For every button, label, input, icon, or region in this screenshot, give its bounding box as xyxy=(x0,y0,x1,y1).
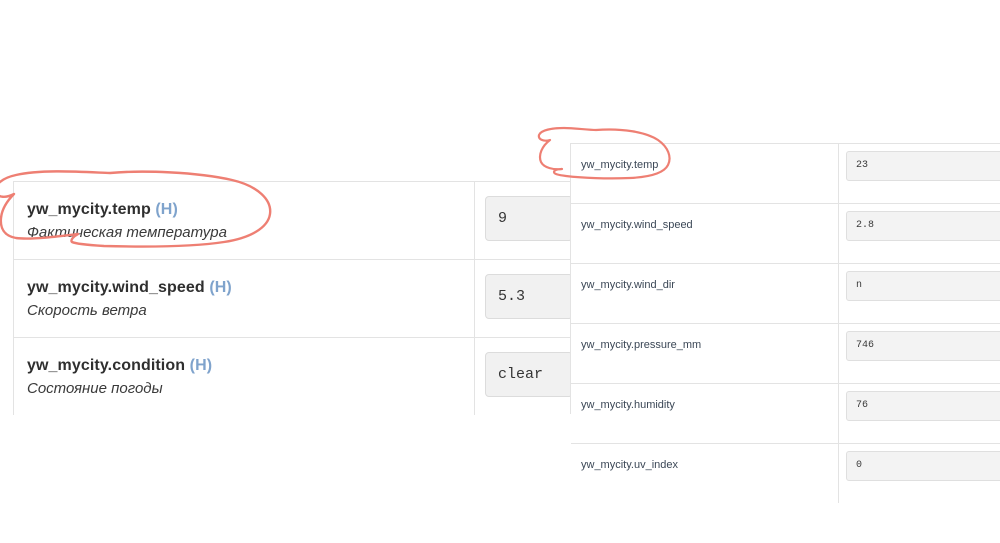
right-key-name: yw_mycity.temp xyxy=(581,159,659,171)
right-key-name: yw_mycity.wind_dir xyxy=(581,279,675,291)
left-key-tag: (H) xyxy=(189,356,213,374)
left-key-line: yw_mycity.wind_speed (H) xyxy=(27,278,474,298)
table-row[interactable]: yw_mycity.wind_speed 2.8 xyxy=(571,203,1000,264)
right-value-input[interactable]: 746 xyxy=(846,331,1000,361)
left-key-name: yw_mycity.condition xyxy=(27,356,186,374)
left-key-description: Фактическая температура xyxy=(27,224,227,241)
left-value-input[interactable]: 9 xyxy=(485,196,573,241)
right-key-name: yw_mycity.pressure_mm xyxy=(581,339,702,351)
left-key-description: Состояние погоды xyxy=(27,379,163,397)
left-key-tag: (H) xyxy=(155,201,178,218)
right-key-cell: yw_mycity.humidity xyxy=(571,383,839,444)
left-key-cell: yw_mycity.condition (H) Состояние погоды xyxy=(14,336,475,415)
right-key-name: yw_mycity.humidity xyxy=(581,399,675,411)
table-row[interactable]: yw_mycity.uv_index 0 xyxy=(571,443,1000,503)
left-key-name: yw_mycity.wind_speed xyxy=(27,278,205,296)
right-key-cell: yw_mycity.wind_speed xyxy=(571,203,839,264)
left-value-cell: clear xyxy=(474,336,573,415)
right-value-cell: 76 xyxy=(838,383,1000,444)
right-key-cell: yw_mycity.uv_index xyxy=(571,443,839,503)
left-value-cell: 9 xyxy=(474,182,573,260)
right-value-cell: 746 xyxy=(838,323,1000,384)
right-value-input[interactable]: n xyxy=(846,271,1000,301)
right-key-cell: yw_mycity.pressure_mm xyxy=(571,323,839,384)
left-value-input[interactable]: clear xyxy=(485,351,573,397)
left-key-name: yw_mycity.temp xyxy=(27,201,151,218)
right-value-cell: 23 xyxy=(838,144,1000,204)
table-row[interactable]: yw_mycity.temp (H) Фактическая температу… xyxy=(14,182,573,260)
right-value-input[interactable]: 76 xyxy=(846,391,1000,421)
table-row[interactable]: yw_mycity.humidity 76 xyxy=(571,383,1000,444)
table-row[interactable]: yw_mycity.temp 23 xyxy=(571,144,1000,204)
left-key-line: yw_mycity.temp (H) xyxy=(27,200,474,220)
table-row[interactable]: yw_mycity.pressure_mm 746 xyxy=(571,323,1000,384)
right-key-cell: yw_mycity.wind_dir xyxy=(571,263,839,324)
right-value-input[interactable]: 23 xyxy=(846,151,1000,181)
right-value-cell: n xyxy=(838,263,1000,324)
right-key-cell: yw_mycity.temp xyxy=(571,144,839,204)
left-value-cell: 5.3 xyxy=(474,258,573,338)
right-value-cell: 2.8 xyxy=(838,203,1000,264)
left-key-tag: (H) xyxy=(209,278,232,296)
left-key-line: yw_mycity.condition (H) xyxy=(27,356,474,376)
entity-attribute-table: yw_mycity.temp 23 yw_mycity.wind_speed 2… xyxy=(570,143,1000,503)
right-key-name: yw_mycity.wind_speed xyxy=(581,219,693,231)
right-key-name: yw_mycity.uv_index xyxy=(581,459,678,471)
left-table: yw_mycity.temp (H) Фактическая температу… xyxy=(14,182,573,415)
table-row[interactable]: yw_mycity.wind_speed (H) Скорость ветра … xyxy=(14,258,573,338)
zoomed-entity-attribute-table: yw_mycity.temp (H) Фактическая температу… xyxy=(13,181,573,415)
right-table: yw_mycity.temp 23 yw_mycity.wind_speed 2… xyxy=(571,144,1000,503)
right-value-cell: 0 xyxy=(838,443,1000,503)
table-row[interactable]: yw_mycity.wind_dir n xyxy=(571,263,1000,324)
right-value-input[interactable]: 0 xyxy=(846,451,1000,481)
left-value-input[interactable]: 5.3 xyxy=(485,273,573,319)
left-key-cell: yw_mycity.wind_speed (H) Скорость ветра xyxy=(14,258,475,338)
table-row[interactable]: yw_mycity.condition (H) Состояние погоды… xyxy=(14,336,573,415)
left-key-description: Скорость ветра xyxy=(27,301,147,319)
left-key-cell: yw_mycity.temp (H) Фактическая температу… xyxy=(14,182,475,260)
right-value-input[interactable]: 2.8 xyxy=(846,211,1000,241)
